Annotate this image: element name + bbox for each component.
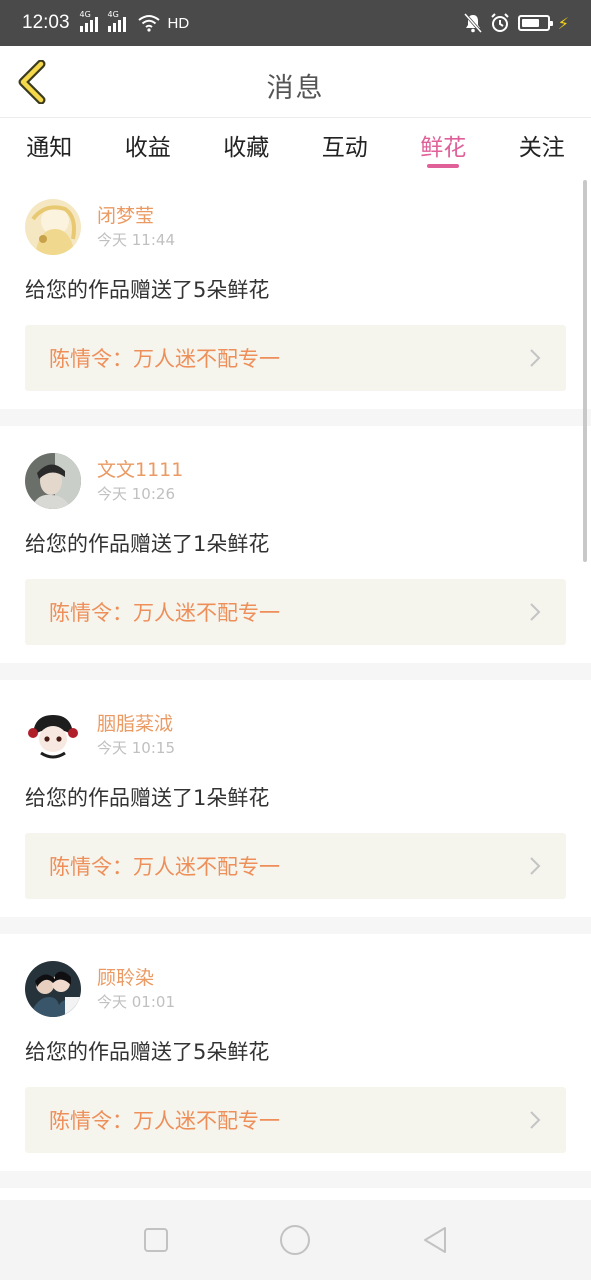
avatar[interactable] [25,707,81,763]
network-label: 4G [107,10,119,19]
hd-label: HD [167,14,190,32]
work-link[interactable]: 陈情令：万人迷不配专一 [25,325,566,391]
user-name[interactable]: 顾聆染 [97,965,175,991]
chevron-right-icon [530,857,541,875]
message-time: 今天 11:44 [97,231,175,249]
message-text: 给您的作品赠送了5朵鲜花 [25,278,270,302]
battery-icon [517,15,553,31]
alarm-icon [491,13,509,32]
message-text: 给您的作品赠送了1朵鲜花 [25,532,270,556]
tab-bar: 通知 收益 收藏 互动 鲜花 关注 [0,118,591,172]
message-text: 给您的作品赠送了1朵鲜花 [25,786,270,810]
work-title: 陈情令：万人迷不配专一 [49,1109,280,1133]
user-name[interactable]: 胭脂棻泧 [97,711,175,737]
message-header: 文文1111 今天 10:26 [25,452,566,510]
status-right: ⚡ [463,13,569,33]
back-triangle-icon[interactable] [421,1225,449,1255]
scrollbar[interactable] [583,180,587,562]
message-card: 胭脂棻泧 今天 10:15 给您的作品赠送了1朵鲜花 陈情令：万人迷不配专一 [0,680,591,934]
screen: 12:03 4G 4G HD ⚡ 消息 通知 收益 收藏 互动 鲜花 关注 闭梦… [0,0,591,1280]
charging-icon: ⚡ [557,13,569,33]
message-meta: 顾聆染 今天 01:01 [97,965,175,1013]
recent-apps-icon[interactable] [143,1227,169,1253]
tab-favorites[interactable]: 收藏 [197,118,296,172]
chevron-right-icon [530,603,541,621]
message-card: 闭梦莹 今天 11:44 给您的作品赠送了5朵鲜花 陈情令：万人迷不配专一 [0,172,591,426]
tab-earnings[interactable]: 收益 [99,118,198,172]
tab-notifications[interactable]: 通知 [0,118,99,172]
message-list[interactable]: 闭梦莹 今天 11:44 给您的作品赠送了5朵鲜花 陈情令：万人迷不配专一 文文… [0,172,591,1200]
mute-bell-icon [463,13,482,33]
tab-flowers[interactable]: 鲜花 [394,118,493,172]
message-header: 顾聆染 今天 01:01 [25,960,566,1018]
page-title: 消息 [266,73,325,104]
work-link[interactable]: 陈情令：万人迷不配专一 [25,579,566,645]
avatar[interactable] [25,199,81,255]
message-header: 胭脂棻泧 今天 10:15 [25,706,566,764]
signal-icon: 4G [79,10,98,32]
message-time: 今天 10:15 [97,739,175,757]
avatar[interactable] [25,453,81,509]
message-meta: 闭梦莹 今天 11:44 [97,203,175,251]
message-meta: 文文1111 今天 10:26 [97,457,183,505]
work-title: 陈情令：万人迷不配专一 [49,855,280,879]
work-link[interactable]: 陈情令：万人迷不配专一 [25,833,566,899]
message-time: 今天 01:01 [97,993,175,1011]
status-left: 12:03 4G 4G HD [22,10,190,34]
work-title: 陈情令：万人迷不配专一 [49,347,280,371]
message-header: 闭梦莹 今天 11:44 [25,198,566,256]
status-time: 12:03 [22,12,70,33]
app-header: 消息 [0,46,591,118]
wifi-icon [137,15,160,32]
work-link[interactable]: 陈情令：万人迷不配专一 [25,1087,566,1153]
home-icon[interactable] [279,1224,311,1256]
chevron-right-icon [530,1111,541,1129]
user-name[interactable]: 文文1111 [97,457,183,483]
message-text: 给您的作品赠送了5朵鲜花 [25,1040,270,1064]
work-title: 陈情令：万人迷不配专一 [49,601,280,625]
network-label: 4G [79,10,91,19]
signal-icon: 4G [107,10,126,32]
message-card: 顾聆染 今天 01:01 给您的作品赠送了5朵鲜花 陈情令：万人迷不配专一 [0,934,591,1188]
message-card: 文文1111 今天 10:26 给您的作品赠送了1朵鲜花 陈情令：万人迷不配专一 [0,426,591,680]
user-name[interactable]: 闭梦莹 [97,203,175,229]
tab-interactions[interactable]: 互动 [296,118,395,172]
message-card: 拾毓 [0,1188,591,1200]
chevron-right-icon [530,349,541,367]
avatar[interactable] [25,961,81,1017]
message-time: 今天 10:26 [97,485,175,503]
system-nav-bar [0,1200,591,1280]
status-bar: 12:03 4G 4G HD ⚡ [0,0,591,46]
tab-following[interactable]: 关注 [493,118,591,172]
message-meta: 胭脂棻泧 今天 10:15 [97,711,175,759]
